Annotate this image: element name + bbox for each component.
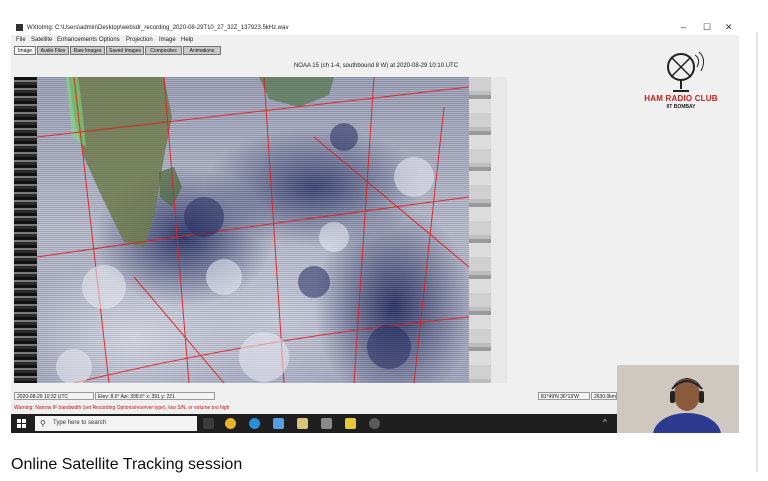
app-icon-gray[interactable]	[321, 418, 332, 429]
app-icon	[16, 24, 23, 31]
app-icon-blue[interactable]	[273, 418, 284, 429]
windows-start-icon[interactable]	[17, 419, 26, 428]
tab-image[interactable]: Image	[14, 46, 36, 55]
menu-projection[interactable]: Projection	[126, 37, 153, 43]
presenter-video	[617, 365, 739, 433]
task-view-icon[interactable]	[203, 418, 214, 429]
close-button[interactable]: ✕	[725, 22, 733, 33]
page-scrollbar[interactable]	[756, 32, 758, 472]
file-explorer-icon[interactable]	[345, 418, 356, 429]
tab-raw-images[interactable]: Raw Images	[70, 46, 105, 55]
title-bar: WXtoImg: C:\Users\admin\Desktop\websdr_r…	[11, 21, 739, 35]
map-overlay	[36, 77, 470, 383]
institute-name: IIT BOMBAY	[666, 104, 696, 110]
chrome-icon[interactable]	[225, 418, 236, 429]
landmass	[69, 77, 172, 247]
warning-message: Warning: Narrow IF bandwidth (set Record…	[14, 405, 230, 411]
dark-swirls	[184, 123, 411, 369]
menu-satellite[interactable]: Satellite	[31, 37, 52, 43]
status-position: Elev: 8.0° Azi: 308.6° x: 391 y: 221	[95, 392, 215, 400]
video-player[interactable]: WXtoImg: C:\Users\admin\Desktop\websdr_r…	[11, 21, 739, 433]
status-time: 2020-08-29 10:32 UTC	[14, 392, 94, 400]
window-title: WXtoImg: C:\Users\admin\Desktop\websdr_r…	[27, 25, 289, 31]
edge-icon[interactable]	[249, 418, 260, 429]
webcam-overlay	[617, 365, 739, 433]
pass-info: NOAA 15 (ch 1-4, southbound 8 W) at 2020…	[293, 63, 459, 69]
menu-file[interactable]: File	[16, 37, 26, 43]
menu-help[interactable]: Help	[181, 37, 193, 43]
landmass-east	[259, 77, 334, 107]
club-name: HAM RADIO CLUB	[644, 94, 718, 103]
satellite-dish-icon	[667, 51, 705, 92]
grid-line	[413, 106, 445, 383]
club-logo: HAM RADIO CLUB IIT BOMBAY	[631, 49, 731, 115]
status-coords: 81°49'N 36°13'W	[538, 392, 590, 400]
tab-composites[interactable]: Composites	[145, 46, 182, 55]
taskbar-search[interactable]: ⚲ Type here to search	[35, 416, 197, 431]
island	[159, 167, 182, 207]
status-distance: 2630.0km	[591, 392, 617, 400]
menu-bar: File Satellite Enhancements Options Proj…	[11, 35, 739, 45]
app-icon-dark[interactable]	[369, 418, 380, 429]
menu-options[interactable]: Options	[99, 37, 120, 43]
grid-line	[133, 276, 225, 383]
maximize-button[interactable]: ☐	[703, 22, 711, 33]
search-icon: ⚲	[40, 419, 46, 428]
menu-enhancements[interactable]: Enhancements	[57, 37, 97, 43]
tab-saved-images[interactable]: Saved Images	[106, 46, 144, 55]
menu-image[interactable]: Image	[159, 37, 176, 43]
tab-animations[interactable]: Animations	[183, 46, 221, 55]
grid-line	[36, 196, 470, 258]
wxtoimg-taskbar-icon[interactable]	[297, 418, 308, 429]
minimize-button[interactable]: –	[681, 22, 686, 32]
search-placeholder: Type here to search	[53, 420, 107, 426]
satellite-image[interactable]	[14, 77, 507, 383]
tab-audio-files[interactable]: Audio Files	[37, 46, 69, 55]
tray-chevron-up-icon[interactable]: ^	[603, 418, 607, 427]
video-title: Online Satellite Tracking session	[11, 456, 243, 473]
